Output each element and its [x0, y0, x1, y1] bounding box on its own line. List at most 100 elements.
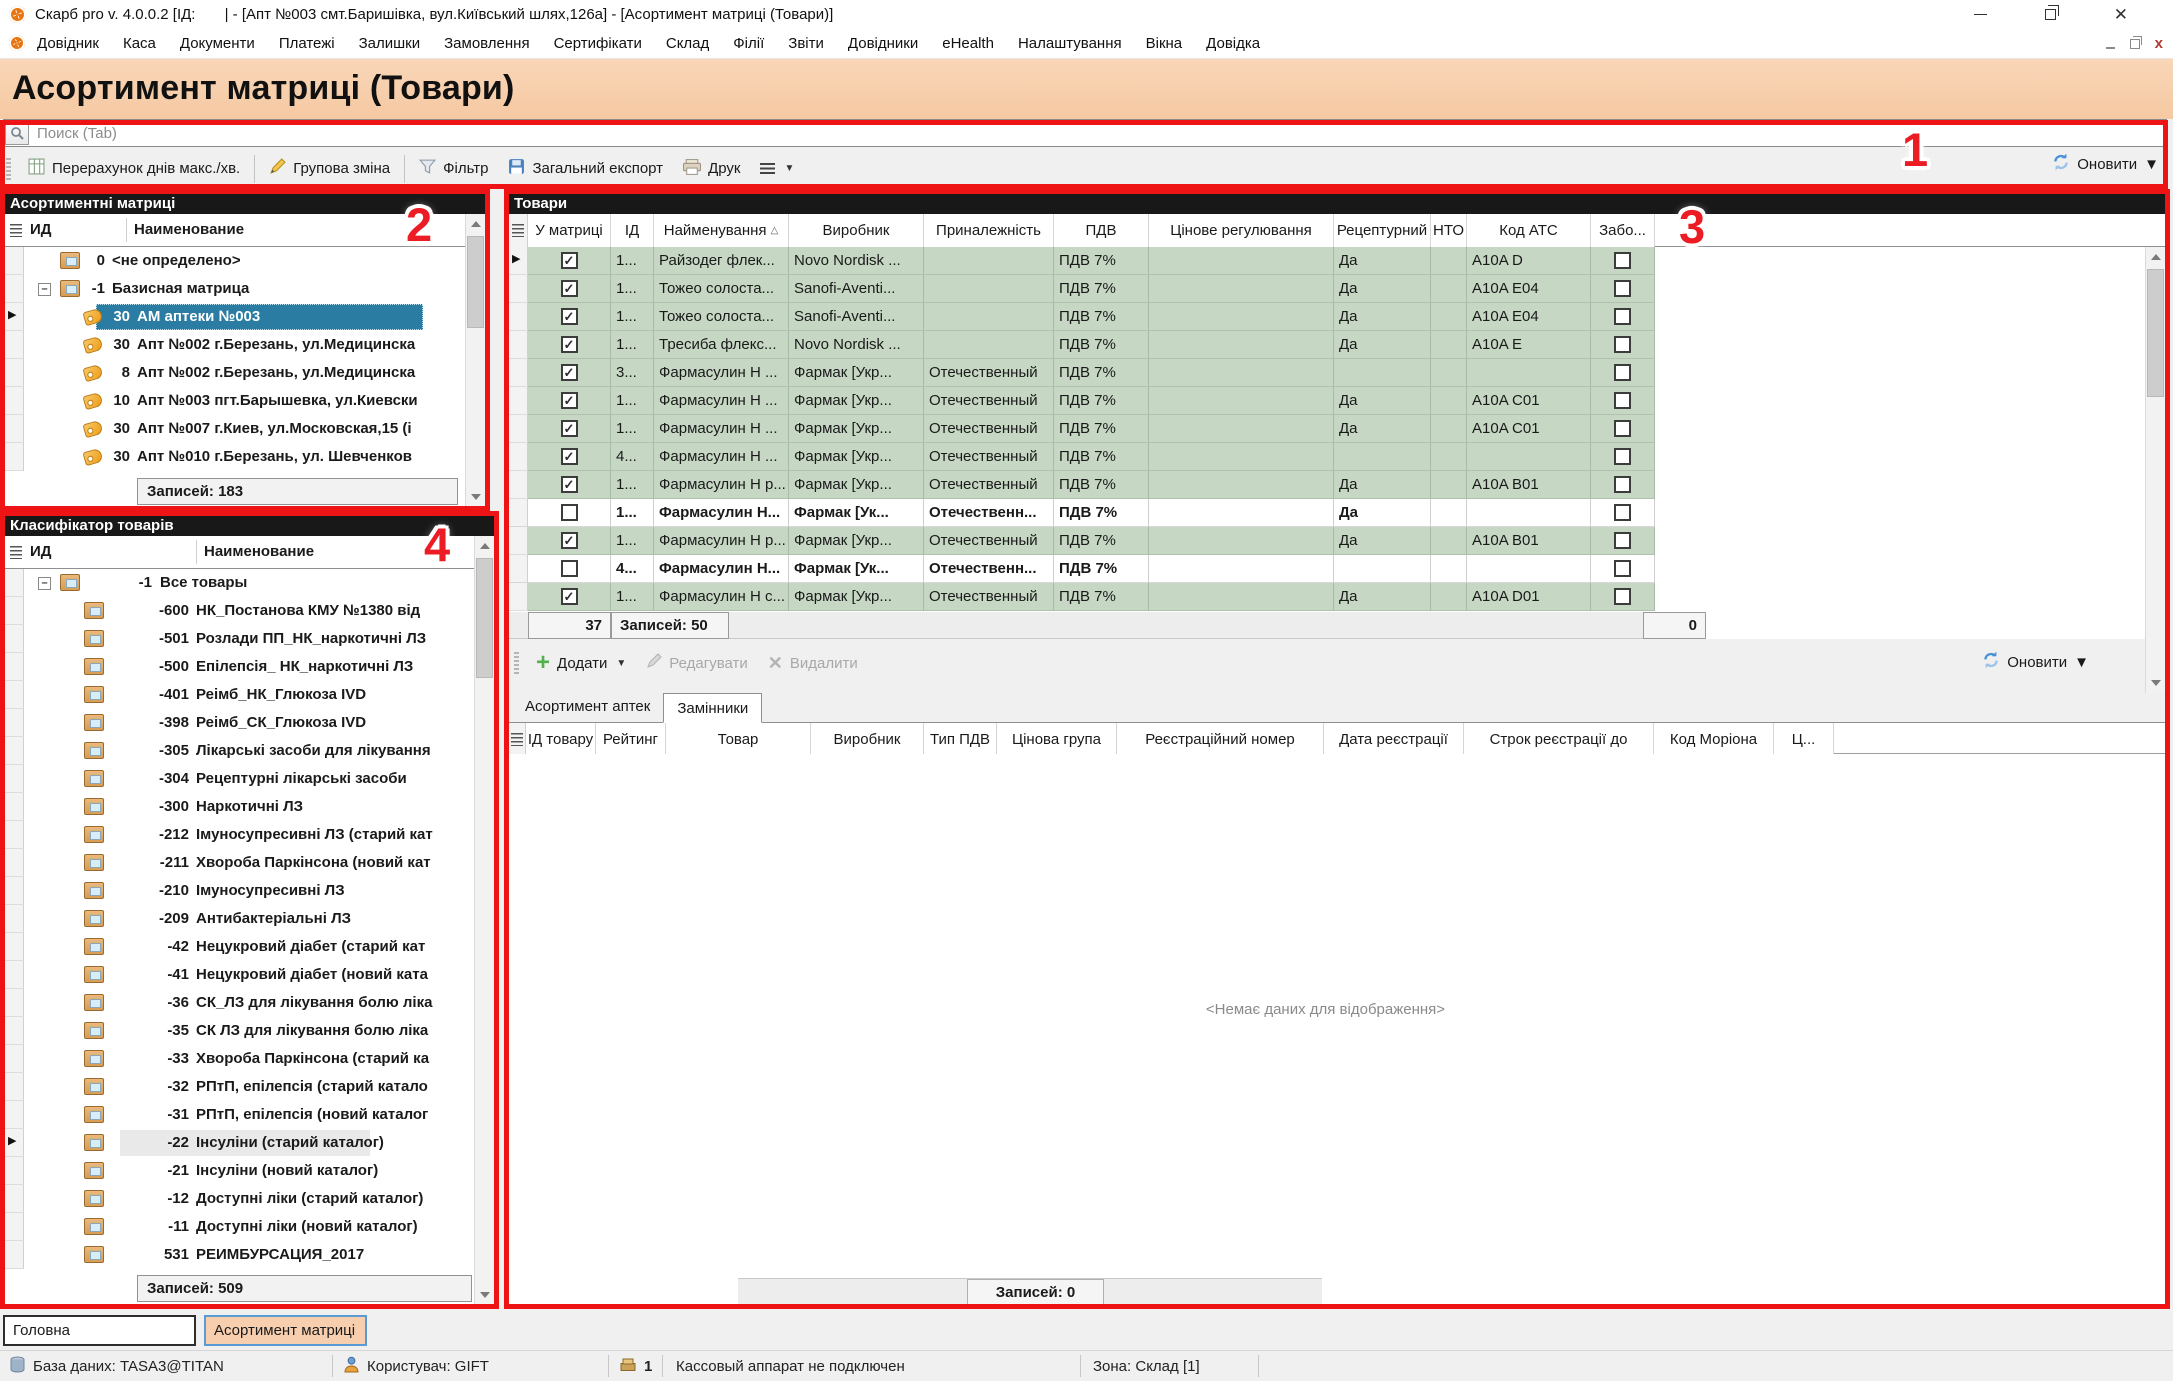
tree-row[interactable]: -212Імуносупресивні ЛЗ (старий кат — [4, 821, 472, 849]
tree-row[interactable]: -41Нецукровий діабет (новий ката — [4, 961, 472, 989]
in-matrix-cell[interactable]: ✓ — [528, 387, 611, 415]
close-button[interactable]: ✕ — [2114, 6, 2128, 23]
checkbox-unchecked-icon[interactable] — [1614, 308, 1631, 325]
column-header[interactable]: ПДВ — [1054, 214, 1149, 247]
tree-row[interactable]: -35СК ЛЗ для лікування болю ліка — [4, 1017, 472, 1045]
scroll-up-icon[interactable] — [475, 536, 495, 556]
product-row[interactable]: ✓1...Фармасулин Н ...Фармак [Укр...Отече… — [508, 387, 1655, 415]
tree-row[interactable]: –-1Все товары — [4, 569, 472, 597]
menu-item-6[interactable]: Замовлення — [432, 35, 541, 52]
in-matrix-cell[interactable] — [528, 555, 611, 583]
column-header[interactable]: Виробник — [811, 723, 924, 756]
product-row[interactable]: ✓1...Тожео солоста...Sanofi-Aventi...ПДВ… — [508, 303, 1655, 331]
tree-row[interactable]: -12Доступні ліки (старий каталог) — [4, 1185, 472, 1213]
column-header[interactable]: У матриці — [528, 214, 611, 247]
tree-row[interactable]: -401Реімб_НК_Глюкоза IVD — [4, 681, 472, 709]
forbidden-cell[interactable] — [1591, 555, 1655, 583]
tree-row[interactable]: 8Апт №002 г.Березань, ул.Медицинска — [4, 359, 463, 387]
tree-row[interactable]: -36СК_ЛЗ для лікування болю ліка — [4, 989, 472, 1017]
product-row[interactable]: ✓1...Фармасулин Н р...Фармак [Укр...Отеч… — [508, 527, 1655, 555]
column-header-name[interactable]: Наименование — [134, 214, 244, 246]
column-header[interactable]: Дата реєстрації — [1324, 723, 1464, 756]
product-row[interactable]: ✓3...Фармасулин Н ...Фармак [Укр...Отече… — [508, 359, 1655, 387]
column-header[interactable]: Найменування△ — [654, 214, 789, 247]
in-matrix-cell[interactable]: ✓ — [528, 331, 611, 359]
tree-row[interactable]: -500Епілепсія_ НК_наркотичні ЛЗ — [4, 653, 472, 681]
bottom-tab-home[interactable]: Головна — [3, 1315, 196, 1346]
menu-item-12[interactable]: eHealth — [930, 35, 1006, 52]
column-header[interactable]: Ц... — [1774, 723, 1834, 756]
forbidden-cell[interactable] — [1591, 247, 1655, 275]
tree-row[interactable]: 531РЕИМБУРСАЦИЯ_2017 — [4, 1241, 472, 1269]
menu-item-9[interactable]: Філії — [721, 35, 776, 52]
in-matrix-cell[interactable]: ✓ — [528, 303, 611, 331]
menu-item-3[interactable]: Документи — [168, 35, 267, 52]
column-header[interactable]: ІД товару — [526, 723, 596, 756]
in-matrix-cell[interactable] — [528, 499, 611, 527]
checkbox-checked-icon[interactable]: ✓ — [561, 448, 578, 465]
product-row[interactable]: ✓1...Тожео солоста...Sanofi-Aventi...ПДВ… — [508, 275, 1655, 303]
menu-item-7[interactable]: Сертифікати — [542, 35, 654, 52]
tree-row[interactable]: -31РПтП, епілепсія (новий каталог — [4, 1101, 472, 1129]
menu-item-13[interactable]: Налаштування — [1006, 35, 1134, 52]
checkbox-unchecked-icon[interactable] — [1614, 392, 1631, 409]
toolbar-grip-handle[interactable] — [514, 652, 519, 674]
checkbox-unchecked-icon[interactable] — [1614, 532, 1631, 549]
in-matrix-cell[interactable]: ✓ — [528, 359, 611, 387]
product-row[interactable]: ✓1...Фармасулин Н р...Фармак [Укр...Отеч… — [508, 471, 1655, 499]
checkbox-unchecked-icon[interactable] — [1614, 448, 1631, 465]
menu-item-2[interactable]: Каса — [111, 35, 168, 52]
tab-assortment-pharmacies[interactable]: Асортимент аптек — [512, 692, 663, 722]
checkbox-checked-icon[interactable]: ✓ — [561, 476, 578, 493]
column-header[interactable]: Приналежність — [924, 214, 1054, 247]
scroll-down-icon[interactable] — [466, 487, 486, 507]
print-button[interactable]: Друк — [673, 154, 750, 184]
in-matrix-cell[interactable]: ✓ — [528, 415, 611, 443]
collapse-icon[interactable]: – — [38, 577, 51, 590]
forbidden-cell[interactable] — [1591, 527, 1655, 555]
tree-row[interactable]: -209Антибактеріальні ЛЗ — [4, 905, 472, 933]
column-header[interactable]: ІД — [611, 214, 654, 247]
checkbox-checked-icon[interactable]: ✓ — [561, 336, 578, 353]
column-header-id[interactable]: ИД — [30, 214, 51, 246]
toolbar-grip-handle[interactable] — [6, 158, 11, 180]
checkbox-checked-icon[interactable]: ✓ — [561, 252, 578, 269]
tree-row[interactable]: -22Інсуліни (старий каталог) — [4, 1129, 472, 1157]
product-row[interactable]: 4...Фармасулин Н...Фармак [Ук...Отечеств… — [508, 555, 1655, 583]
column-header[interactable]: Цінове регулювання — [1149, 214, 1334, 247]
menu-item-5[interactable]: Залишки — [347, 35, 433, 52]
scrollbar-thumb[interactable] — [2147, 269, 2164, 397]
checkbox-unchecked-icon[interactable] — [561, 504, 578, 521]
in-matrix-cell[interactable]: ✓ — [528, 443, 611, 471]
scrollbar-thumb[interactable] — [467, 236, 484, 328]
tree-row[interactable]: -42Нецукровий діабет (старий кат — [4, 933, 472, 961]
mdi-restore-button[interactable] — [2130, 39, 2140, 49]
checkbox-unchecked-icon[interactable] — [1614, 336, 1631, 353]
forbidden-cell[interactable] — [1591, 443, 1655, 471]
checkbox-checked-icon[interactable]: ✓ — [561, 364, 578, 381]
refresh-button[interactable]: Оновити ▼ — [2052, 153, 2159, 175]
tree-row[interactable]: -210Імуносупресивні ЛЗ — [4, 877, 472, 905]
forbidden-cell[interactable] — [1591, 583, 1655, 611]
forbidden-cell[interactable] — [1591, 275, 1655, 303]
column-header[interactable]: Товар — [666, 723, 811, 756]
column-header[interactable]: Код Моріона — [1654, 723, 1774, 756]
column-header[interactable]: Тип ПДВ — [924, 723, 997, 756]
product-row[interactable]: 1...Фармасулин Н...Фармак [Ук...Отечеств… — [508, 499, 1655, 527]
scroll-down-icon[interactable] — [475, 1285, 495, 1305]
product-row[interactable]: ✓1...Фармасулин Н ...Фармак [Укр...Отече… — [508, 415, 1655, 443]
classifier-scrollbar[interactable] — [474, 536, 494, 1305]
column-header[interactable]: Рейтинг — [596, 723, 666, 756]
checkbox-checked-icon[interactable]: ✓ — [561, 280, 578, 297]
search-input[interactable] — [29, 125, 2166, 142]
menu-item-14[interactable]: Вікна — [1134, 35, 1195, 52]
scroll-down-icon[interactable] — [2146, 673, 2166, 693]
checkbox-checked-icon[interactable]: ✓ — [561, 532, 578, 549]
export-button[interactable]: Загальний експорт — [498, 154, 673, 184]
column-chooser-icon[interactable] — [10, 546, 22, 559]
tree-row[interactable]: -398Реімб_СК_Глюкоза IVD — [4, 709, 472, 737]
product-row[interactable]: ▶✓1...Райзодег флек...Novo Nordisk ...ПД… — [508, 247, 1655, 275]
column-header-name[interactable]: Наименование — [204, 536, 314, 568]
tree-row[interactable]: 10Апт №003 пгт.Барышевка, ул.Киевски — [4, 387, 463, 415]
product-row[interactable]: ✓4...Фармасулин Н ...Фармак [Укр...Отече… — [508, 443, 1655, 471]
